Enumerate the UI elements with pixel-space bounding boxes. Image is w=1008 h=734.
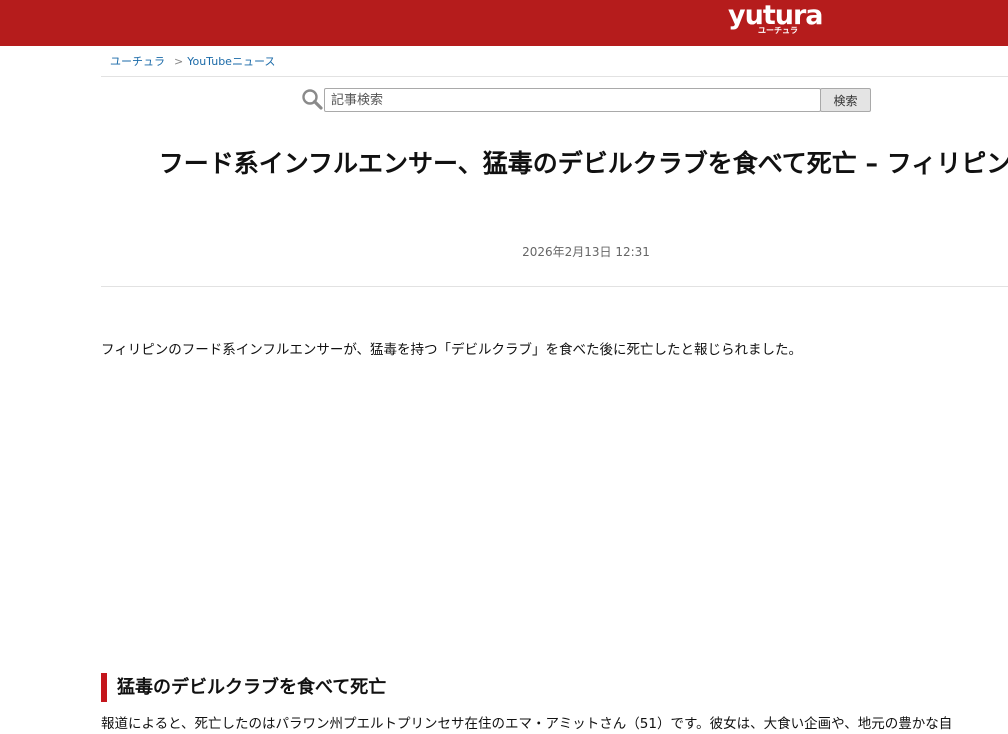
search-button[interactable]: 検索: [820, 88, 871, 112]
title-divider: [101, 286, 1008, 287]
section-heading: 猛毒のデビルクラブを食べて死亡: [101, 673, 981, 702]
article-date: 2026年2月13日 12:31: [522, 245, 650, 259]
site-logo[interactable]: yutura ユーチュラ: [728, 2, 824, 42]
breadcrumb-separator: >: [174, 55, 184, 68]
article-body-paragraph: 報道によると、死亡したのはパラワン州プエルトプリンセサ在住のエマ・アミットさん（…: [101, 716, 953, 732]
breadcrumb-news-link[interactable]: YouTubeニュース: [187, 55, 275, 68]
breadcrumb: ユーチュラ > YouTubeニュース: [110, 53, 275, 69]
breadcrumb-divider: [101, 76, 1008, 77]
site-header: yutura ユーチュラ: [0, 0, 1008, 46]
article-title: フード系インフルエンサー、猛毒のデビルクラブを食べて死亡 – フィリピン: [158, 149, 1008, 178]
article-lead: フィリピンのフード系インフルエンサーが、猛毒を持つ「デビルクラブ」を食べた後に死…: [101, 342, 803, 358]
breadcrumb-home-link[interactable]: ユーチュラ: [110, 55, 165, 68]
search-input[interactable]: [324, 88, 821, 112]
search-icon: [302, 89, 323, 110]
